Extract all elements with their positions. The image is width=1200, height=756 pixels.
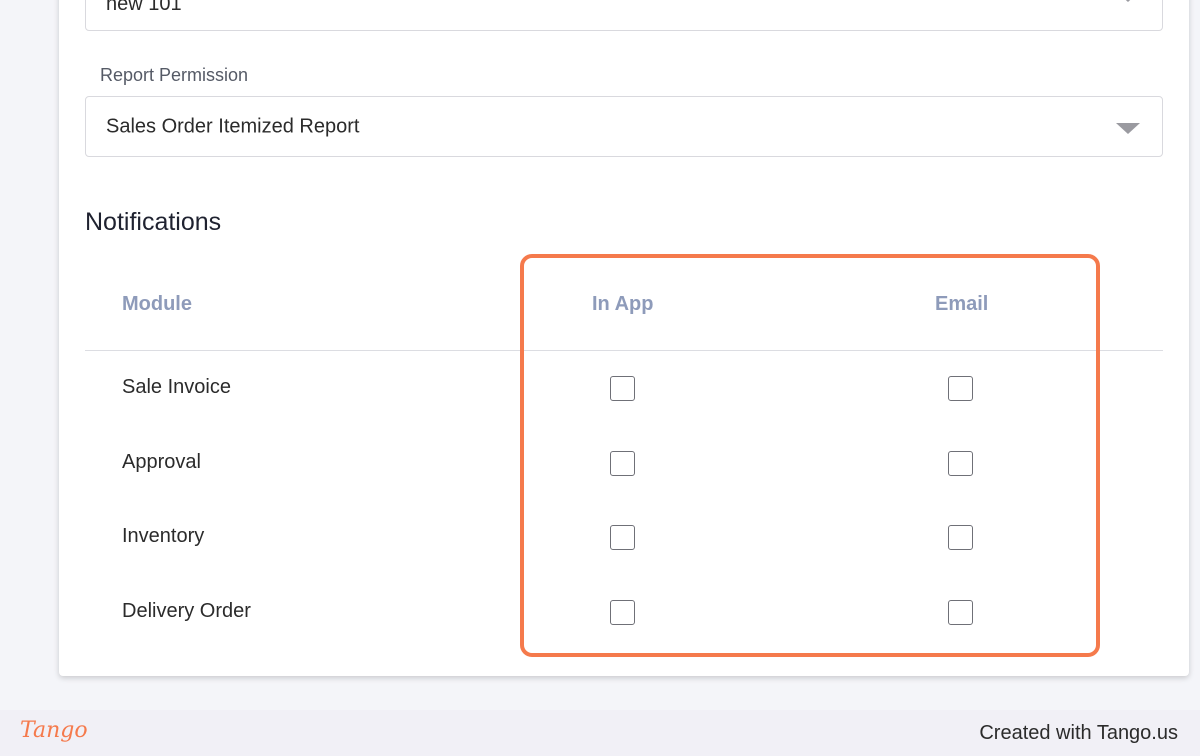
report-permission-label: Report Permission [100, 65, 249, 85]
checkbox-inventory-in-app[interactable] [610, 525, 635, 550]
checkbox-sale-invoice-in-app[interactable] [610, 376, 635, 401]
report-permission-value: Sales Order Itemized Report [106, 115, 360, 137]
checkbox-approval-email[interactable] [948, 451, 973, 476]
row-label-inventory: Inventory [122, 525, 205, 547]
top-select-value: new 101 [106, 0, 182, 15]
row-label-approval: Approval [122, 451, 201, 473]
checkbox-sale-invoice-email[interactable] [948, 376, 973, 401]
tango-logo: Tango [20, 718, 88, 743]
column-header-email: Email [935, 293, 989, 315]
checkbox-delivery-order-in-app[interactable] [610, 600, 635, 625]
settings-card: new 101 Report Permission Sales Order It… [59, 0, 1189, 676]
chevron-down-icon [1116, 122, 1140, 134]
chevron-down-icon [1116, 0, 1140, 2]
footer-credit: Created with Tango.us [979, 722, 1178, 744]
checkbox-delivery-order-email[interactable] [948, 600, 973, 625]
column-header-in-app: In App [592, 293, 654, 315]
top-select[interactable]: new 101 [85, 0, 1163, 31]
notifications-title: Notifications [85, 208, 222, 236]
footer: Tango Created with Tango.us [0, 710, 1200, 756]
column-header-module: Module [122, 293, 192, 315]
row-label-delivery-order: Delivery Order [122, 600, 251, 622]
checkbox-inventory-email[interactable] [948, 525, 973, 550]
checkbox-approval-in-app[interactable] [610, 451, 635, 476]
report-permission-select[interactable]: Sales Order Itemized Report [85, 96, 1163, 157]
table-divider [85, 350, 1163, 351]
row-label-sale-invoice: Sale Invoice [122, 376, 231, 398]
